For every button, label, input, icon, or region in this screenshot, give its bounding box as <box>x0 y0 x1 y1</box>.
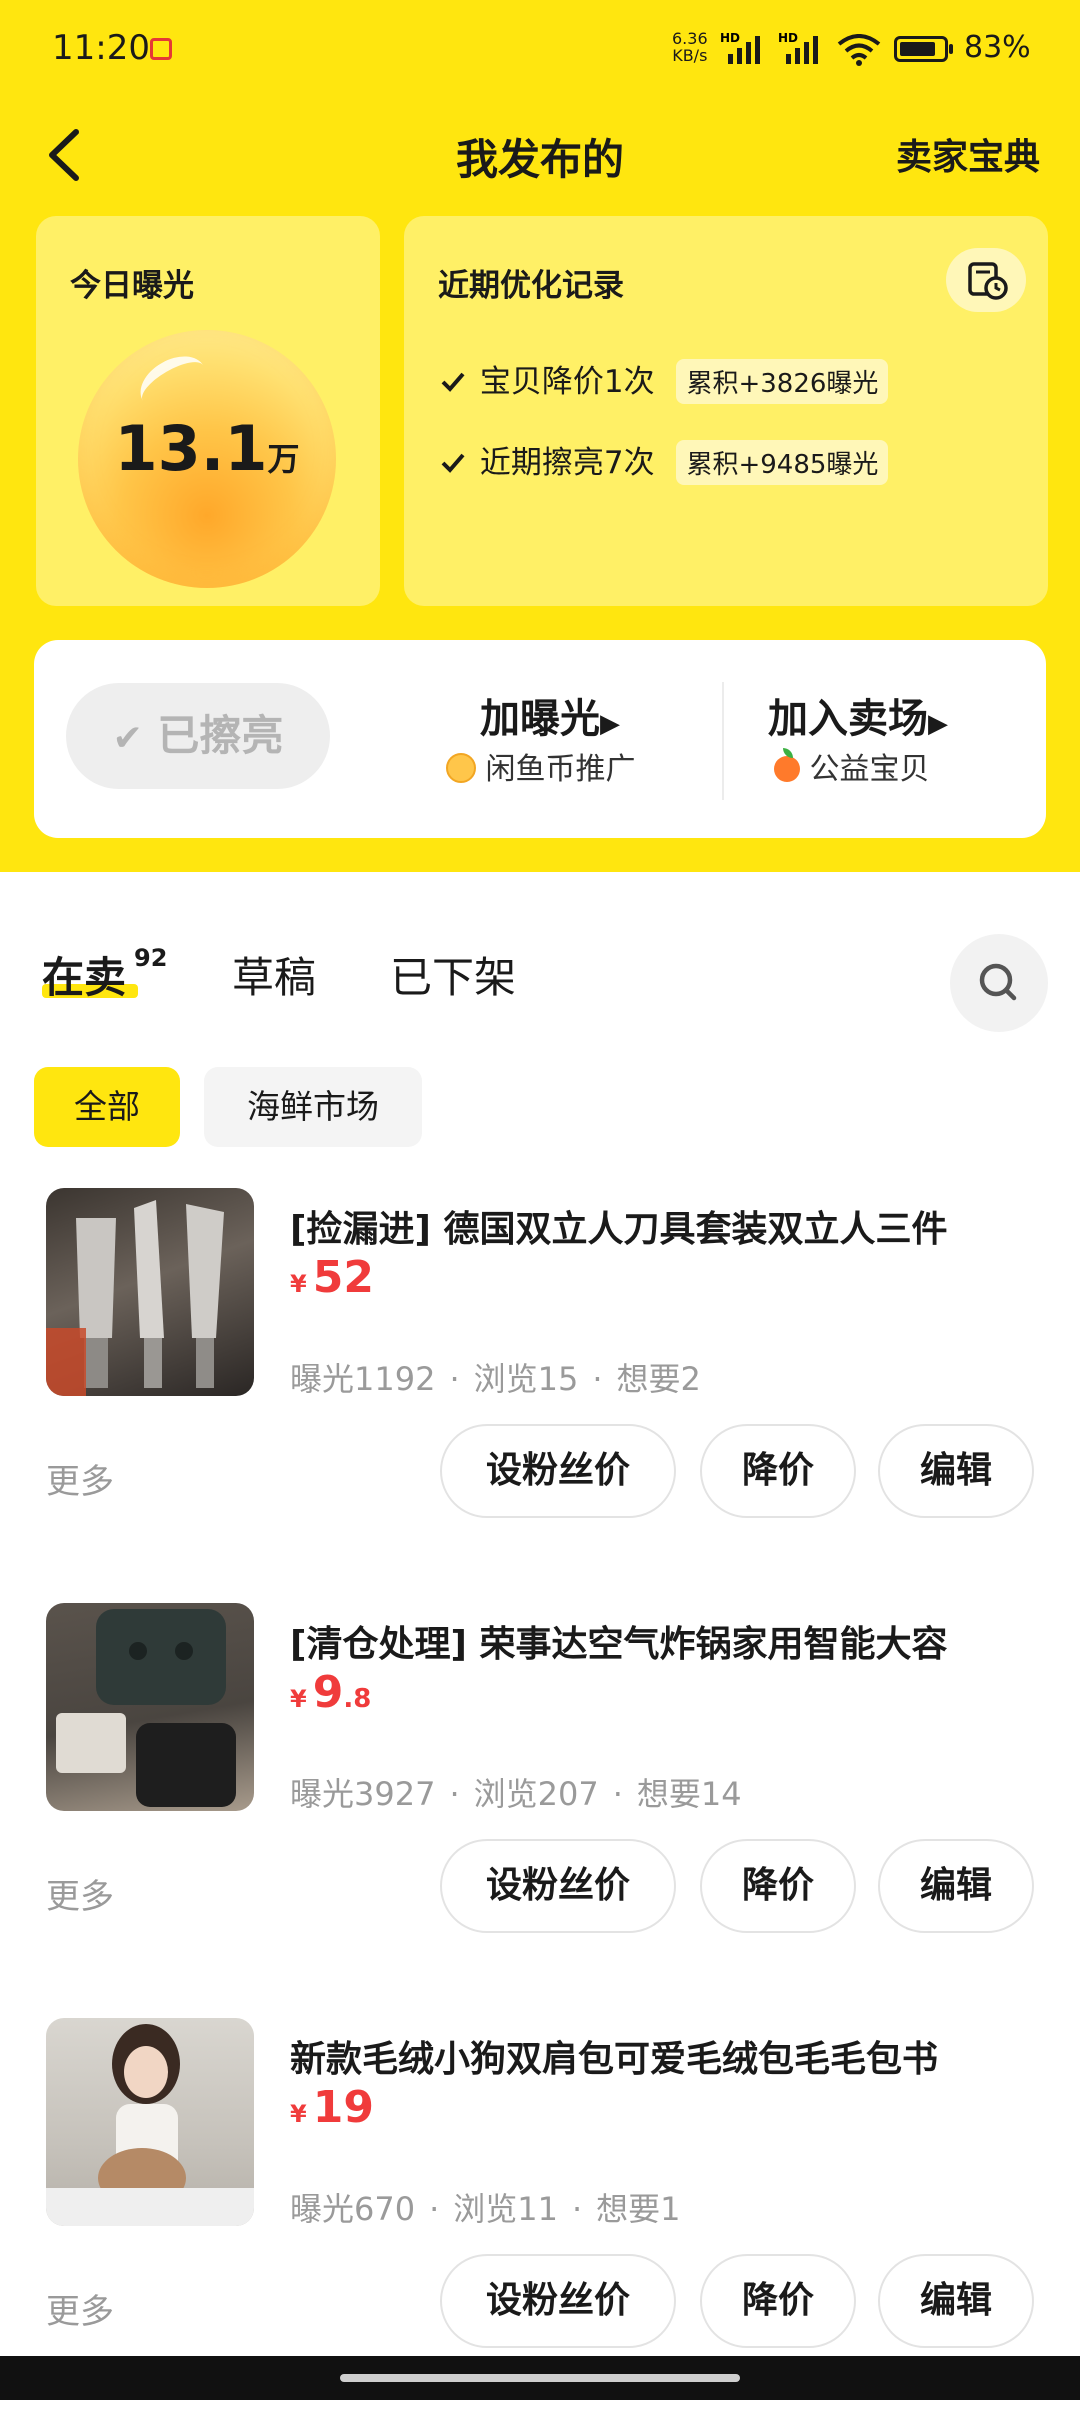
history-icon <box>968 262 1008 300</box>
divider <box>722 682 724 800</box>
wifi-icon <box>836 34 882 70</box>
tab-drafts[interactable]: 草稿 <box>232 944 316 1005</box>
tab-on-sale[interactable]: 在卖 <box>42 944 126 1005</box>
check-icon <box>440 364 470 400</box>
listing-item[interactable]: [清仓处理] 荣事达空气炸锅家用智能大容 ¥9.8 曝光3927 · 浏览207 · 想… <box>0 1603 1080 2018</box>
join-market-button[interactable]: 加入卖场▶ <box>768 686 948 744</box>
listing-stats: 曝光1192 · 浏览15 · 想要2 <box>290 1360 701 1398</box>
filter-all[interactable]: 全部 <box>34 1067 180 1147</box>
history-button[interactable] <box>946 248 1026 312</box>
listing-item[interactable]: [捡漏进] 德国双立人刀具套装双立人三件 ¥52 曝光1192 · 浏览15 · 想要2… <box>0 1188 1080 1603</box>
tab-delisted[interactable]: 已下架 <box>390 944 516 1005</box>
search-button[interactable] <box>950 934 1048 1032</box>
want-count: 想要1 <box>596 2190 681 2228</box>
more-button[interactable]: 更多 <box>46 2284 114 2333</box>
seller-guide-link[interactable]: 卖家宝典 <box>896 128 1040 180</box>
home-bar[interactable] <box>340 2374 740 2382</box>
reduce-price-button[interactable]: 降价 <box>700 1839 856 1933</box>
exposure-count: 曝光670 <box>290 2190 416 2228</box>
want-count: 想要14 <box>636 1775 742 1813</box>
check-icon <box>440 445 470 481</box>
fruit-icon <box>774 748 800 782</box>
join-market-sub: 公益宝贝 <box>774 744 930 788</box>
exposure-card-title: 今日曝光 <box>70 268 194 304</box>
record-text: 近期擦亮7次 <box>479 445 655 481</box>
listing-title: 新款毛绒小狗双肩包可爱毛绒包毛毛包书 <box>290 2039 939 2080</box>
boost-exposure-button[interactable]: 加曝光▶ <box>480 686 620 744</box>
listing-stats: 曝光3927 · 浏览207 · 想要14 <box>290 1775 742 1813</box>
record-tag: 累积+9485曝光 <box>676 440 889 485</box>
listing-thumbnail[interactable] <box>46 1603 254 1811</box>
reduce-price-button[interactable]: 降价 <box>700 2254 856 2348</box>
on-sale-count: 92 <box>134 944 168 972</box>
record-text: 宝贝降价1次 <box>479 364 655 400</box>
view-count: 浏览207 <box>473 1775 599 1813</box>
set-fan-price-button[interactable]: 设粉丝价 <box>440 2254 676 2348</box>
listing-title: [清仓处理] 荣事达空气炸锅家用智能大容 <box>290 1624 948 1665</box>
check-icon: ✔ <box>112 718 143 759</box>
coin-icon <box>446 753 476 783</box>
set-fan-price-button[interactable]: 设粉丝价 <box>440 1839 676 1933</box>
filter-seafood-market[interactable]: 海鲜市场 <box>204 1067 422 1147</box>
set-fan-price-button[interactable]: 设粉丝价 <box>440 1424 676 1518</box>
reduce-price-button[interactable]: 降价 <box>700 1424 856 1518</box>
caret-right-icon: ▶ <box>928 709 948 739</box>
boost-exposure-sub: 闲鱼币推广 <box>446 744 636 788</box>
view-count: 浏览11 <box>453 2190 558 2228</box>
exposure-count: 曝光1192 <box>290 1360 436 1398</box>
status-time: 11:20 <box>52 28 150 68</box>
svg-text:HD: HD <box>720 31 740 45</box>
notification-icon <box>150 38 172 60</box>
status-bar: 11:20 6.36 KB/s HD HD 83% <box>0 0 1080 100</box>
listing-stats: 曝光670 · 浏览11 · 想要1 <box>290 2190 681 2228</box>
listing-thumbnail[interactable] <box>46 1188 254 1396</box>
optimization-record: 近期擦亮7次 累积+9485曝光 <box>440 437 889 485</box>
optimization-card-title: 近期优化记录 <box>438 268 624 304</box>
signal-icon-2: HD <box>778 30 830 70</box>
listing-price: ¥19 <box>290 2082 374 2133</box>
edit-button[interactable]: 编辑 <box>878 1839 1034 1933</box>
listing-price: ¥9.8 <box>290 1667 372 1718</box>
search-icon <box>979 963 1017 1001</box>
edit-button[interactable]: 编辑 <box>878 2254 1034 2348</box>
record-tag: 累积+3826曝光 <box>676 359 889 404</box>
view-count: 浏览15 <box>473 1360 579 1398</box>
exposure-count: 曝光3927 <box>290 1775 436 1813</box>
caret-right-icon: ▶ <box>600 709 620 739</box>
listing-price: ¥52 <box>290 1252 374 1303</box>
network-speed: 6.36 KB/s <box>672 29 708 65</box>
more-button[interactable]: 更多 <box>46 1869 114 1918</box>
listing-title: [捡漏进] 德国双立人刀具套装双立人三件 <box>290 1209 948 1250</box>
listing-thumbnail[interactable] <box>46 2018 254 2226</box>
svg-text:HD: HD <box>778 31 798 45</box>
want-count: 想要2 <box>616 1360 701 1398</box>
edit-button[interactable]: 编辑 <box>878 1424 1034 1518</box>
battery-icon <box>894 36 953 62</box>
exposure-value: 13.1 <box>114 412 268 485</box>
signal-icon: HD <box>720 30 772 70</box>
more-button[interactable]: 更多 <box>46 1454 114 1503</box>
exposure-bubble: 13.1万 <box>78 330 336 588</box>
polished-button[interactable]: ✔ 已擦亮 <box>66 683 330 789</box>
optimization-record: 宝贝降价1次 累积+3826曝光 <box>440 356 889 404</box>
home-indicator <box>0 2356 1080 2400</box>
exposure-unit: 万 <box>267 440 300 478</box>
battery-percent: 83% <box>964 30 1031 65</box>
